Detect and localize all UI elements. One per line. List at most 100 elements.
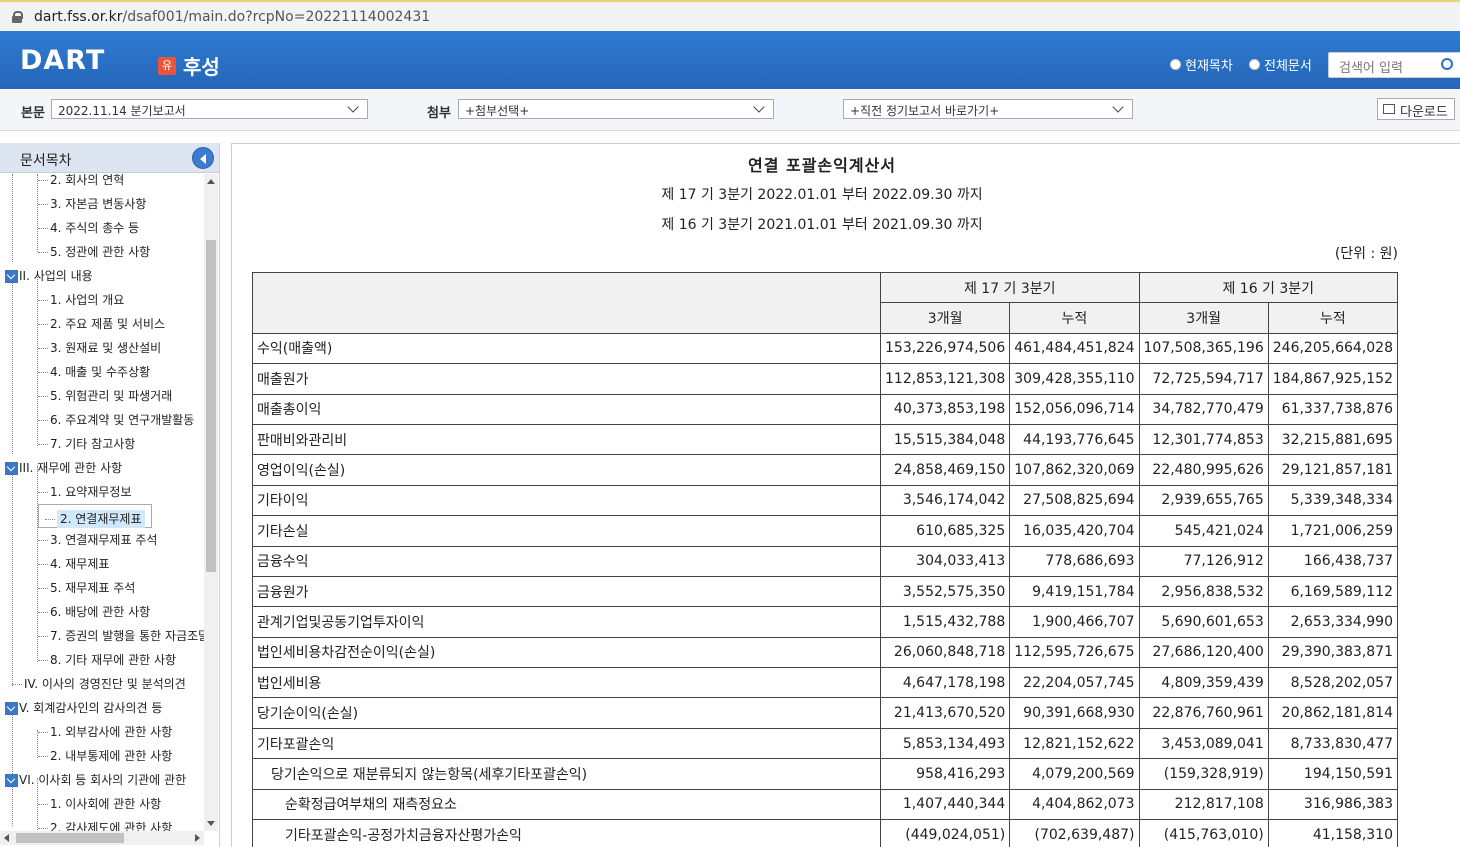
scroll-thumb[interactable] <box>206 240 216 572</box>
expand-icon[interactable] <box>5 270 18 283</box>
expand-icon[interactable] <box>5 462 18 475</box>
row-label: 법인세비용차감전순이익(손실) <box>252 636 881 669</box>
main-doc-select[interactable]: 2022.11.14 분기보고서 <box>51 99 368 119</box>
radio-current-icon[interactable] <box>1170 59 1181 70</box>
toc-item[interactable]: 7. 기타 참고사항 <box>38 432 135 456</box>
scroll-right-icon[interactable] <box>195 834 200 842</box>
row-value: 4,647,178,198 <box>879 667 1011 699</box>
toc-item[interactable]: 1. 이사회에 관한 사항 <box>38 792 161 816</box>
row-value: 24,858,469,150 <box>879 454 1011 486</box>
collapse-sidebar-button[interactable] <box>192 147 214 169</box>
toc-item[interactable]: 1. 요약재무정보 <box>38 480 132 504</box>
address-bar[interactable]: dart.fss.or.kr/dsaf001/main.do?rcpNo=202… <box>0 0 1460 31</box>
toc-item[interactable]: 3. 자본금 변동사항 <box>38 192 146 216</box>
row-value: 2,939,655,765 <box>1138 484 1269 517</box>
toc-item[interactable]: 3. 원재료 및 생산설비 <box>38 336 161 360</box>
row-value: 29,121,857,181 <box>1267 454 1399 486</box>
scroll-thumb[interactable] <box>16 833 124 843</box>
toc-item[interactable]: 1. 외부감사에 관한 사항 <box>38 720 172 744</box>
row-value: 153,226,974,506 <box>879 332 1011 365</box>
toc-vertical-scrollbar[interactable] <box>204 174 218 831</box>
toc-item[interactable]: 4. 주식의 총수 등 <box>38 216 139 240</box>
toc-item[interactable]: 4. 재무제표 <box>38 552 109 576</box>
row-value: 44,193,776,645 <box>1009 423 1140 456</box>
download-icon <box>1383 104 1395 114</box>
row-value: 1,721,006,259 <box>1267 515 1399 547</box>
row-value: 61,337,738,876 <box>1267 393 1399 425</box>
toc-item[interactable]: 5. 재무제표 주석 <box>38 576 135 600</box>
scroll-up-icon[interactable] <box>207 179 215 184</box>
radio-all-docs[interactable]: 전체문서 <box>1249 55 1312 74</box>
toc-item-selected[interactable]: 2. 연결재무제표 <box>38 504 152 528</box>
attach-select[interactable]: +첨부선택+ <box>458 99 774 119</box>
row-value: 107,862,320,069 <box>1009 454 1140 486</box>
row-value: 32,215,881,695 <box>1267 423 1399 456</box>
income-statement-table: 제 17 기 3분기 제 16 기 3분기 3개월 누적 3개월 누적 수익(매… <box>252 271 1399 847</box>
expand-icon[interactable] <box>5 702 18 715</box>
scroll-left-icon[interactable] <box>4 834 9 842</box>
row-label: 관계기업및공동기업투자이익 <box>252 606 881 638</box>
row-label: 매출원가 <box>252 363 881 395</box>
toc-horizontal-scrollbar[interactable] <box>0 831 204 845</box>
toc-item[interactable]: 3. 연결재무제표 주석 <box>38 528 157 552</box>
radio-current-toc[interactable]: 현재목차 <box>1170 55 1233 74</box>
toc-section-3[interactable]: III. 재무에 관한 사항 <box>5 456 122 480</box>
row-label: 매출총이익 <box>252 393 881 425</box>
row-value: 1,515,432,788 <box>879 606 1011 638</box>
toc-item[interactable]: 2. 회사의 연혁 <box>38 174 124 192</box>
toc-title: 문서목차 <box>20 153 72 169</box>
dart-logo[interactable]: DART <box>20 45 105 76</box>
toc-section-2[interactable]: II. 사업의 내용 <box>5 264 93 288</box>
table-row: 기타포괄손익-공정가치금융자산평가손익 (449,024,051) (702,639… <box>252 819 1399 847</box>
scroll-down-icon[interactable] <box>207 821 215 826</box>
toc-sidebar: 문서목차 2. 회사의 연혁 3. 자본금 변동사항 4. 주식의 총수 등 5… <box>0 143 220 847</box>
row-value: (415,763,010) <box>1138 819 1269 847</box>
toc-item[interactable]: 1. 사업의 개요 <box>38 288 124 312</box>
chevron-down-icon <box>1112 101 1124 113</box>
row-value: 107,508,365,196 <box>1138 332 1269 365</box>
row-value: 2,653,334,990 <box>1267 606 1399 638</box>
search-icon[interactable] <box>1441 58 1453 70</box>
toc-item[interactable]: 5. 정관에 관한 사항 <box>38 240 150 264</box>
unit-label: (단위 : 원) <box>1334 246 1398 262</box>
table-row: 매출총이익 40,373,853,198 152,056,096,714 34,782… <box>252 393 1399 425</box>
row-value: 4,079,200,569 <box>1009 758 1140 790</box>
row-label: 기타이익 <box>252 484 881 517</box>
table-row: 영업이익(손실) 24,858,469,150 107,862,320,069 22,… <box>252 454 1399 486</box>
row-value: 5,690,601,653 <box>1138 606 1269 638</box>
search-input[interactable]: 검색어 입력 <box>1328 52 1460 78</box>
toc-item[interactable]: 5. 위험관리 및 파생거래 <box>38 384 172 408</box>
toc-item[interactable]: 8. 기타 재무에 관한 사항 <box>38 648 176 672</box>
toc-section-5[interactable]: V. 회계감사인의 감사의견 등 <box>5 696 162 720</box>
row-value: 152,056,096,714 <box>1009 393 1140 425</box>
table-row: 당기순이익(손실) 21,413,670,520 90,391,668,930 22,… <box>252 697 1399 729</box>
table-row: 기타포괄손익 5,853,134,493 12,821,152,622 3,453,0… <box>252 727 1399 760</box>
toc-tree: 2. 회사의 연혁 3. 자본금 변동사항 4. 주식의 총수 등 5. 정관에… <box>0 174 205 834</box>
toc-item[interactable]: 7. 증권의 발행을 통한 자금조달 <box>38 624 205 648</box>
row-label: 기타손실 <box>252 515 881 547</box>
expand-icon[interactable] <box>5 774 18 787</box>
row-value: (159,328,919) <box>1138 758 1269 790</box>
row-value: 22,480,995,626 <box>1138 454 1269 486</box>
toc-item[interactable]: 6. 배당에 관한 사항 <box>38 600 150 624</box>
toc-item[interactable]: 2. 내부통제에 관한 사항 <box>38 744 172 768</box>
table-row: 금융원가 3,552,575,350 9,419,151,784 2,956,838,… <box>252 575 1399 608</box>
toc-section-4[interactable]: IV. 이사의 경영진단 및 분석의견 <box>12 672 186 696</box>
recent-report-select[interactable]: +직전 정기보고서 바로가기+ <box>843 99 1133 119</box>
row-value: 21,413,670,520 <box>879 697 1011 729</box>
toc-item[interactable]: 6. 주요계약 및 연구개발활동 <box>38 408 194 432</box>
toc-item[interactable]: 2. 주요 제품 및 서비스 <box>38 312 165 336</box>
row-value: 545,421,024 <box>1138 515 1269 547</box>
row-value: 112,853,121,308 <box>879 363 1011 395</box>
download-button[interactable]: 다운로드 <box>1377 98 1455 120</box>
col-group-current: 제 17 기 3분기 <box>880 271 1140 304</box>
radio-all-icon[interactable] <box>1249 59 1260 70</box>
toc-item[interactable]: 4. 매출 및 수주상황 <box>38 360 150 384</box>
row-value: 72,725,594,717 <box>1138 363 1269 395</box>
row-value: 461,484,451,824 <box>1009 332 1140 365</box>
row-value: 15,515,384,048 <box>879 423 1011 456</box>
toc-section-6[interactable]: VI. 이사회 등 회사의 기관에 관한 <box>5 768 186 792</box>
download-label: 다운로드 <box>1400 105 1448 120</box>
row-value: 12,301,774,853 <box>1138 423 1269 456</box>
row-value: 3,546,174,042 <box>879 484 1011 517</box>
